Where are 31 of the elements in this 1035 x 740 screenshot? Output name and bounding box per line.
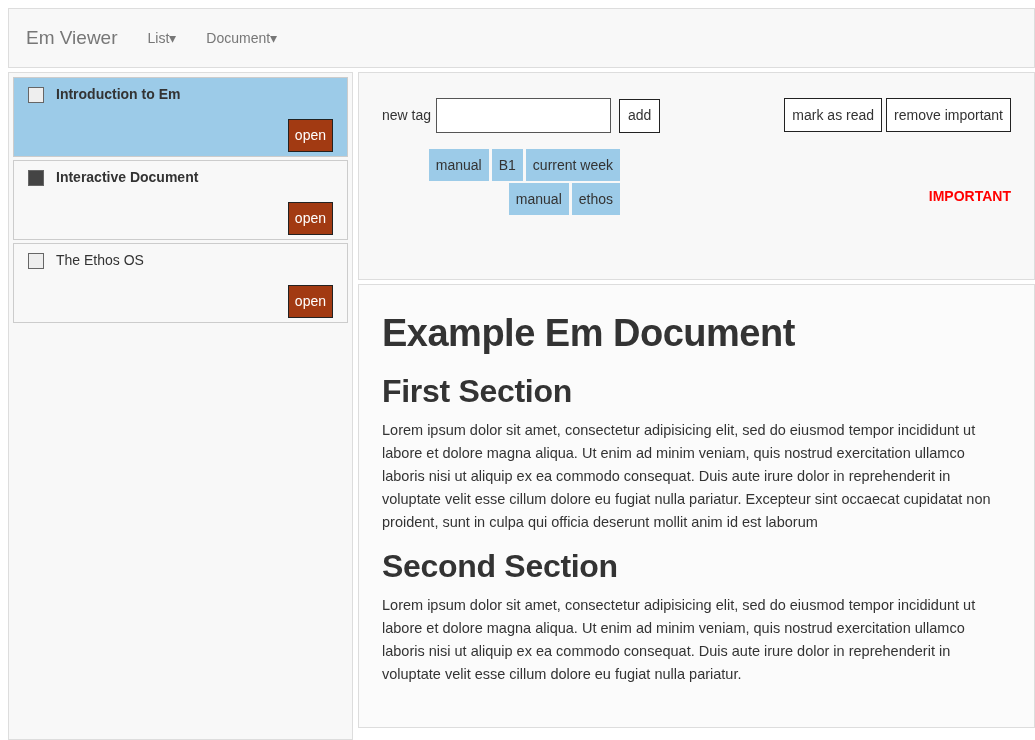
checkbox[interactable] — [28, 169, 44, 186]
paragraph: Lorem ipsum dolor sit amet, consectetur adipisicing elit, sed do eiusmod tempor incididunt ut labore et dolore magna aliqua. Ut enim ad minim veniam, quis nostrud exercitation ullamco laboris nisi ut aliquip ex ea commodo consequat. Duis aute irure dolor in reprehenderit in voluptate velit esse cillum dolore eu fugiat nulla pariatur. — [382, 596, 977, 684]
important-label: IMPORTANT — [928, 187, 1011, 206]
menu-dropdown[interactable]: Document▾ — [206, 27, 278, 49]
document-item[interactable]: Interactive Document open — [13, 160, 348, 240]
open-button[interactable]: open — [287, 285, 333, 318]
app-title[interactable]: Em Viewer — [26, 23, 118, 53]
checkbox[interactable] — [28, 86, 44, 103]
tag[interactable]: ethos — [571, 183, 620, 215]
new-tag-field[interactable] — [436, 98, 612, 133]
section-heading: Second Section — [382, 547, 619, 586]
tag[interactable]: B1 — [491, 149, 523, 181]
open-button[interactable]: open — [287, 202, 333, 235]
document-item[interactable]: The Ethos OS open — [13, 243, 348, 323]
tag[interactable]: manual — [428, 149, 489, 181]
paragraph: Lorem ipsum dolor sit amet, consectetur adipisicing elit, sed do eiusmod tempor incididunt ut labore et dolore magna aliqua. Ut enim ad minim veniam, quis nostrud exercitation ullamco laboris nisi ut aliquip ex ea commodo consequat. Duis aute irure dolor in reprehenderit in voluptate velit esse cillum dolore eu fugiat nulla pariatur. Excepteur sint occaecat cupidatat non proident, sunt in culpa qui officia deserunt mollit anim id est laborum — [382, 421, 992, 532]
item-title: Introduction to Em — [56, 85, 181, 104]
menu-dropdown[interactable]: List▾ — [147, 27, 177, 49]
action-button[interactable]: mark as read — [784, 98, 883, 132]
section-heading: First Section — [382, 372, 573, 411]
document-title: Example Em Document — [382, 311, 796, 356]
item-title: Interactive Document — [56, 168, 199, 187]
item-title: The Ethos OS — [56, 251, 144, 270]
add-button[interactable]: add — [619, 98, 661, 133]
tag[interactable]: manual — [508, 183, 569, 215]
action-button[interactable]: remove important — [886, 98, 1011, 132]
document-item[interactable]: Introduction to Em open — [13, 77, 348, 157]
checkbox[interactable] — [28, 252, 44, 269]
new-tag-label: new tag — [382, 106, 432, 125]
open-button[interactable]: open — [287, 119, 333, 152]
tag[interactable]: current week — [525, 149, 620, 181]
